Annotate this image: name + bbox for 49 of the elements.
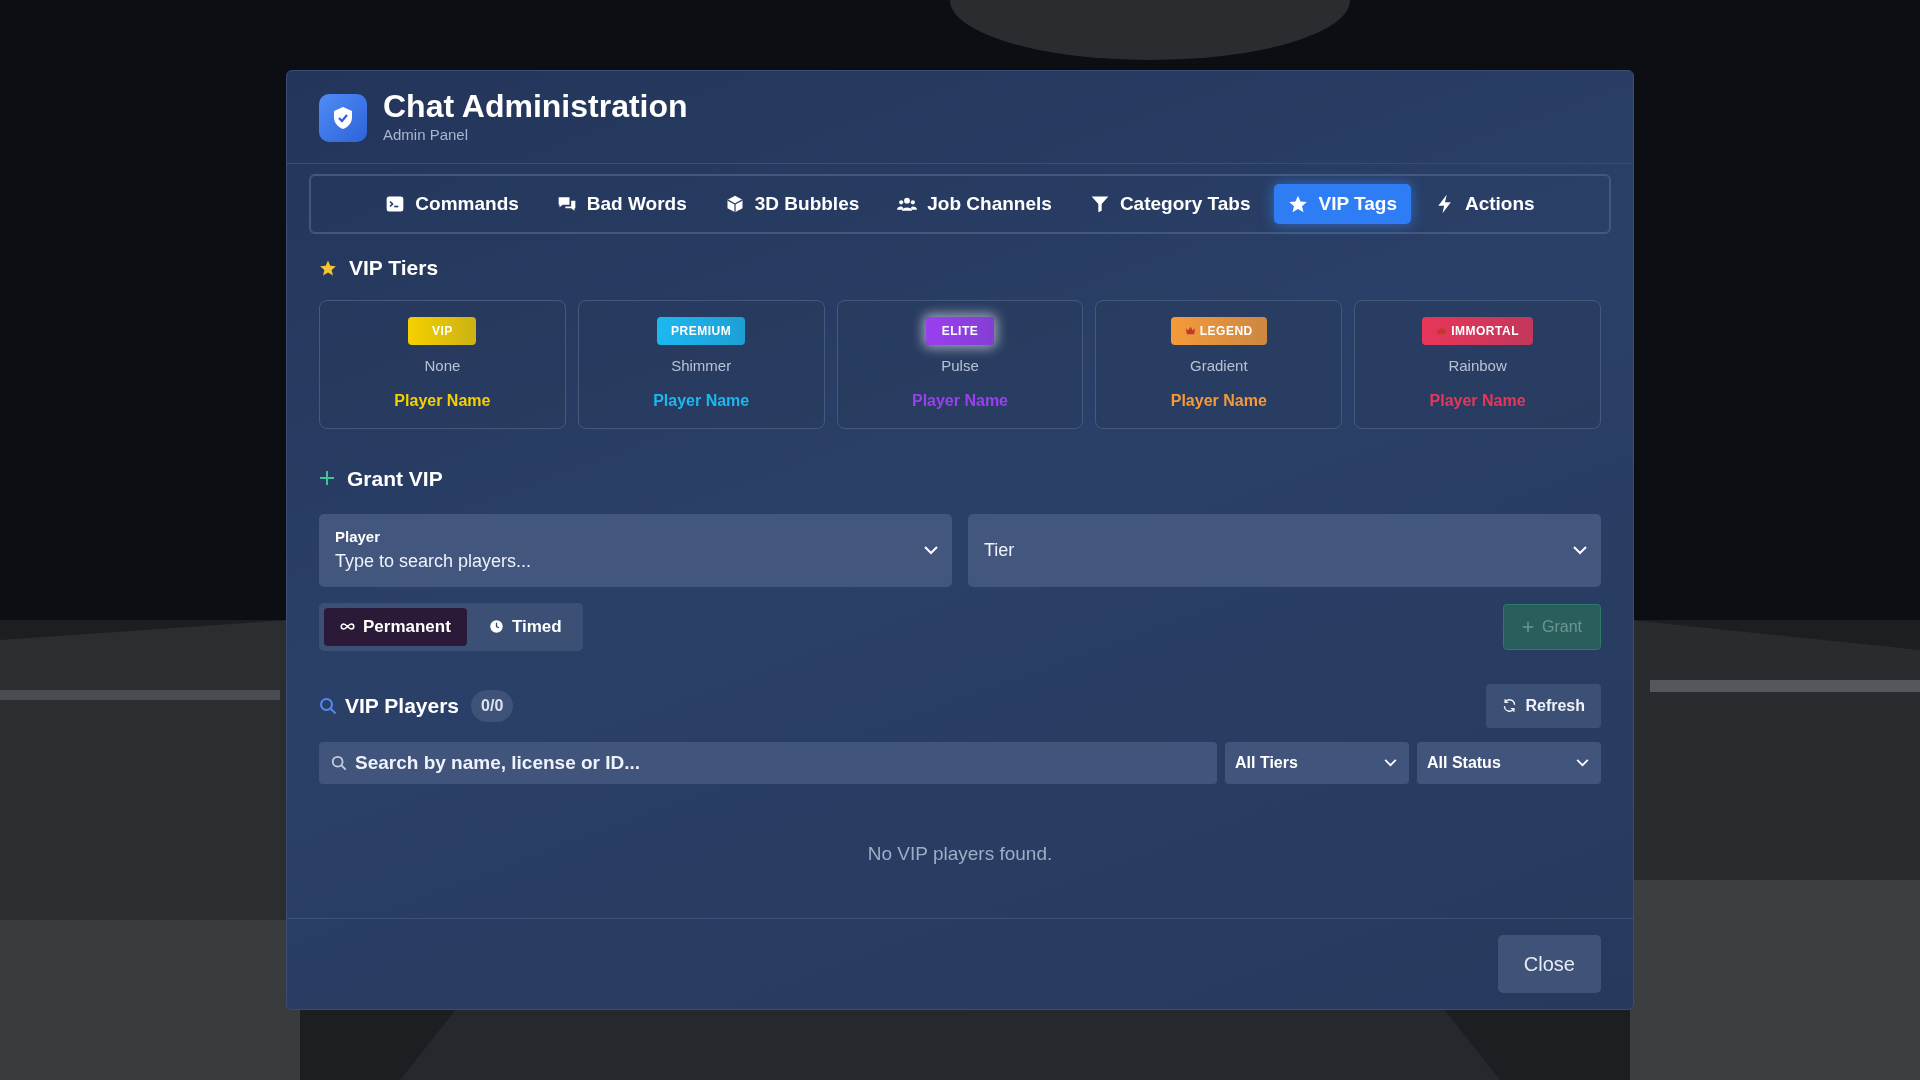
player-name-preview: Player Name (1429, 391, 1526, 412)
refresh-button[interactable]: Refresh (1486, 683, 1601, 728)
section-title: Grant VIP (347, 465, 443, 492)
tier-badge: ELITE (926, 316, 994, 345)
tab[interactable]: Commands (371, 183, 533, 225)
clock-icon (488, 619, 504, 635)
plus-icon (319, 470, 335, 487)
window-subtitle: Admin Panel (383, 125, 470, 146)
duration-option[interactable]: Permanent (324, 608, 467, 646)
plus-icon (1522, 620, 1534, 633)
tier-select[interactable]: Tier (968, 514, 1601, 588)
chevron-icon (1576, 758, 1589, 767)
tab[interactable]: 3D Bubbles (710, 183, 874, 225)
effect-label: Pulse (941, 355, 979, 376)
search-icon (319, 696, 337, 715)
section-title: VIP Players (345, 692, 460, 719)
tier-badge: VIP (408, 316, 477, 345)
refresh-icon (1502, 698, 1518, 714)
chevron-icon (924, 546, 938, 556)
effect-label: None (424, 355, 461, 376)
shield-icon (319, 93, 367, 142)
duration-option[interactable]: Timed (472, 608, 578, 646)
tier-badge: IMMORTAL (1422, 316, 1533, 345)
tab[interactable]: Bad Words (542, 183, 701, 225)
tab[interactable]: VIP Tags (1274, 183, 1411, 225)
player-name-preview: Player Name (911, 391, 1008, 412)
filter-select[interactable]: All Status (1417, 741, 1601, 784)
tier-badge: LEGEND (1170, 316, 1267, 345)
tab[interactable]: Job Channels (883, 183, 1066, 225)
player-name-preview: Player Name (1170, 391, 1267, 412)
search-field[interactable]: Search by name, license or ID... (319, 741, 1217, 784)
section-title: VIP Tiers (349, 255, 439, 282)
chevron-icon (1573, 546, 1587, 556)
player-name-preview: Player Name (394, 391, 491, 412)
close-button[interactable]: Close (1497, 935, 1601, 993)
effect-label: Rainbow (1448, 355, 1507, 376)
effect-label: Shimmer (671, 355, 732, 376)
tier-badge: PREMIUM (657, 316, 746, 345)
effect-label: Gradient (1190, 355, 1248, 376)
count-badge: 0/0 (471, 689, 514, 722)
filter-select[interactable]: All Tiers (1225, 741, 1409, 784)
chevron-icon (1384, 758, 1397, 767)
window-title: Chat Administration (383, 89, 688, 125)
tab[interactable]: Actions (1420, 183, 1549, 225)
player-select[interactable]: Player Type to search players... (319, 514, 952, 588)
empty-message: No VIP players found. (866, 841, 1054, 866)
player-name-preview: Player Name (653, 391, 750, 412)
tab[interactable]: Category Tabs (1075, 183, 1265, 225)
cube-icon (724, 193, 745, 214)
